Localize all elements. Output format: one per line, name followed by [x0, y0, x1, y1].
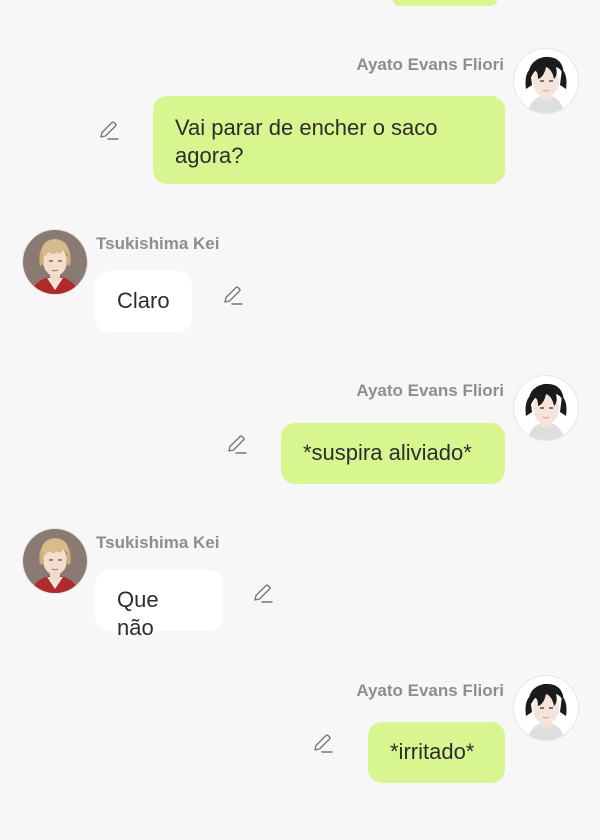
edit-pencil-icon[interactable]	[224, 431, 250, 457]
avatar[interactable]	[513, 675, 579, 741]
message-bubble[interactable]: *irritado*	[368, 722, 505, 783]
sender-name: Tsukishima Kei	[96, 533, 220, 552]
message-bubble[interactable]: Que não	[95, 570, 223, 640]
avatar-tsukishima-kei	[23, 230, 87, 294]
edit-pencil-icon[interactable]	[310, 730, 336, 756]
avatar[interactable]	[22, 229, 88, 295]
avatar-ayato	[514, 376, 578, 440]
sender-name: Ayato Evans Fliori	[356, 55, 504, 74]
avatar-ayato	[514, 676, 578, 740]
edit-pencil-icon[interactable]	[96, 117, 122, 143]
avatar[interactable]	[22, 528, 88, 594]
previous-message-bubble-edge	[393, 0, 497, 6]
avatar-tsukishima-kei	[23, 529, 87, 593]
sender-name: Ayato Evans Fliori	[356, 681, 504, 700]
avatar-ayato	[514, 49, 578, 113]
message-bubble[interactable]: *suspira aliviado*	[281, 423, 505, 484]
avatar[interactable]	[513, 48, 579, 114]
edit-pencil-icon[interactable]	[220, 282, 246, 308]
avatar[interactable]	[513, 375, 579, 441]
message-text: Vai parar de encher o saco agora?	[175, 115, 438, 168]
message-text: *suspira aliviado*	[303, 440, 472, 465]
message-text: Claro	[117, 288, 170, 313]
edit-pencil-icon[interactable]	[250, 580, 276, 606]
message-text: Que não	[117, 587, 159, 640]
sender-name: Ayato Evans Fliori	[356, 381, 504, 400]
chat-thread: Ayato Evans Fliori Vai parar de encher o…	[0, 0, 600, 840]
message-text: *irritado*	[390, 739, 475, 764]
message-bubble[interactable]: Vai parar de encher o saco agora?	[153, 96, 505, 184]
sender-name: Tsukishima Kei	[96, 234, 220, 253]
message-bubble[interactable]: Claro	[95, 271, 192, 332]
